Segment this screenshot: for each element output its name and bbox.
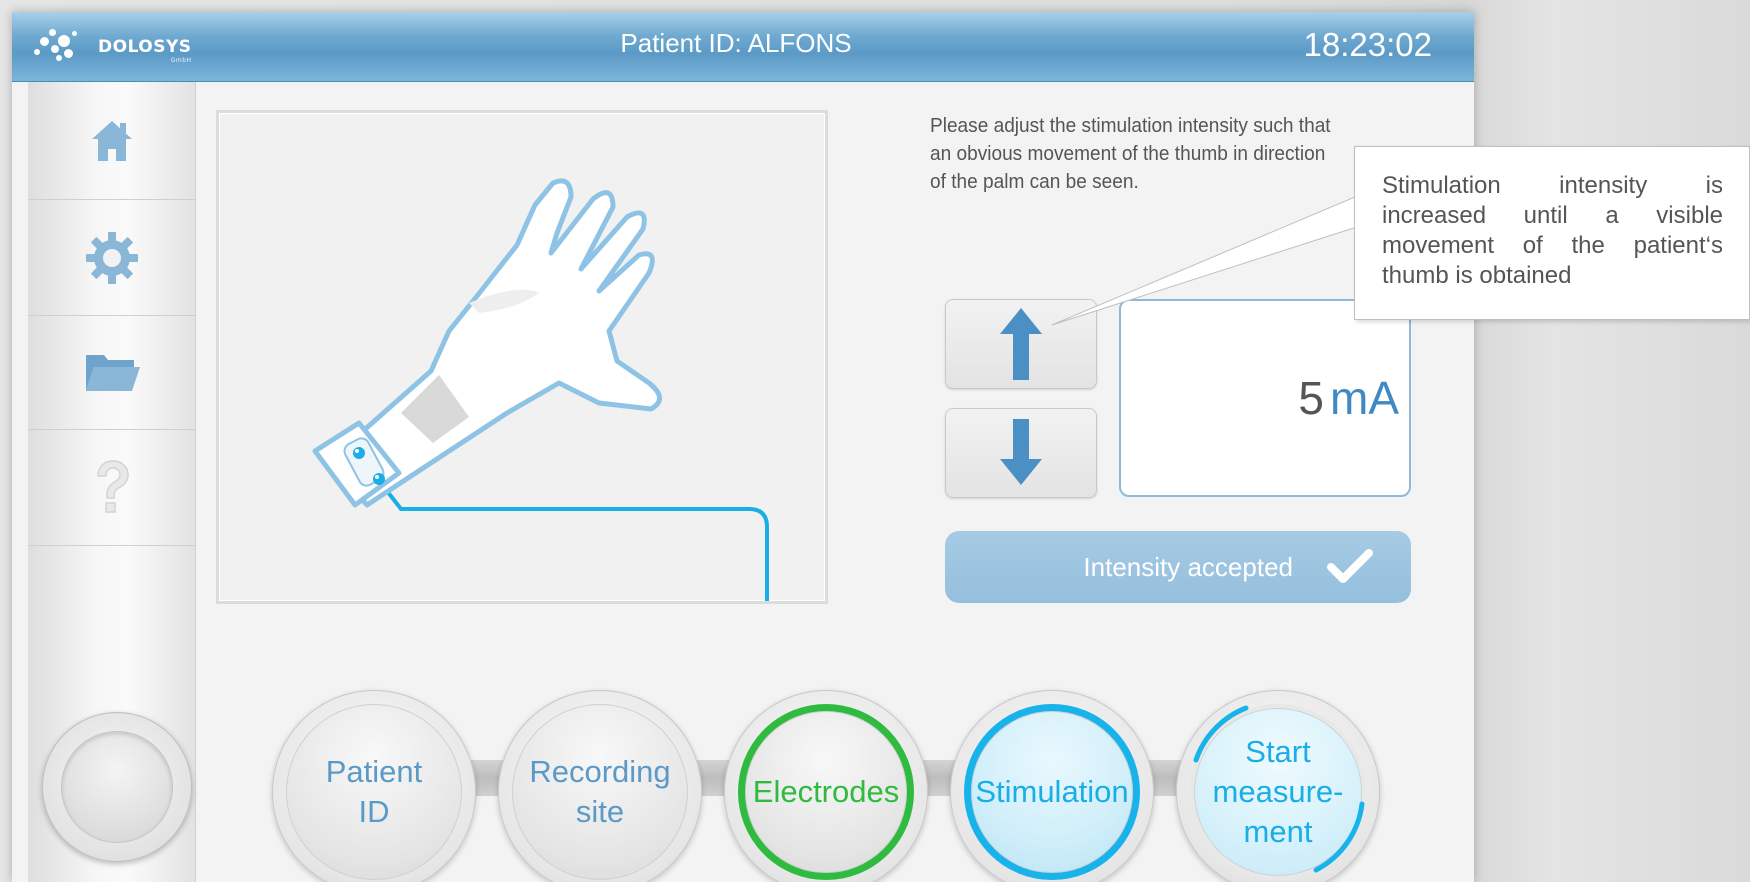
step-patient-id[interactable]: Patient ID: [272, 690, 476, 882]
step-electrodes[interactable]: Electrodes: [724, 690, 928, 882]
backdrop: [1468, 0, 1750, 882]
home-icon: [92, 120, 132, 161]
arrow-up-icon: [1000, 308, 1042, 380]
arrow-down-icon: [1000, 419, 1042, 485]
step-label: Patient ID: [286, 704, 462, 880]
instruction-text: Please adjust the stimulation intensity …: [930, 114, 1331, 193]
step-label: Electrodes: [738, 704, 914, 880]
folder-icon: [86, 354, 140, 391]
increase-intensity-button[interactable]: [945, 299, 1097, 389]
intensity-value: 5 mA: [1298, 372, 1399, 424]
sidebar-item-settings[interactable]: [28, 200, 196, 316]
help-icon: [97, 459, 129, 513]
intensity-accepted-button[interactable]: Intensity accepted: [945, 531, 1411, 603]
step-stimulation[interactable]: Stimulation: [950, 690, 1154, 882]
progress-arc: [1193, 705, 1365, 873]
patient-id-title: Patient ID: ALFONS: [620, 28, 852, 58]
gear-icon: [86, 231, 138, 284]
callout-annotation: Stimulation intensity is increased until…: [1354, 146, 1750, 320]
decrease-intensity-button[interactable]: [945, 408, 1097, 498]
sidebar-item-files[interactable]: [28, 316, 196, 430]
intensity-display: 5 mA: [1119, 299, 1411, 497]
accept-label: Intensity accepted: [1083, 551, 1293, 582]
sidebar: [28, 82, 196, 882]
header-bar: DOLOSYS GmbH Patient ID: ALFONS 18:23:02: [12, 12, 1474, 82]
checkmark-icon: [1327, 549, 1373, 583]
step-recording-site[interactable]: Recording site: [498, 690, 702, 882]
intensity-unit: mA: [1330, 372, 1399, 424]
hand-electrode-illustration: [312, 178, 769, 601]
hand-illustration-panel: [216, 110, 828, 604]
step-start-measurement[interactable]: Start measure-ment: [1176, 690, 1380, 882]
step-label: Recording site: [512, 704, 688, 880]
clock: 18:23:02: [1303, 26, 1432, 63]
sidebar-item-help[interactable]: [28, 430, 196, 546]
power-button[interactable]: [42, 712, 192, 862]
sidebar-item-home[interactable]: [28, 82, 196, 200]
step-label: Stimulation: [964, 704, 1140, 880]
device-window: DOLOSYS GmbH Patient ID: ALFONS 18:23:02: [12, 12, 1474, 882]
